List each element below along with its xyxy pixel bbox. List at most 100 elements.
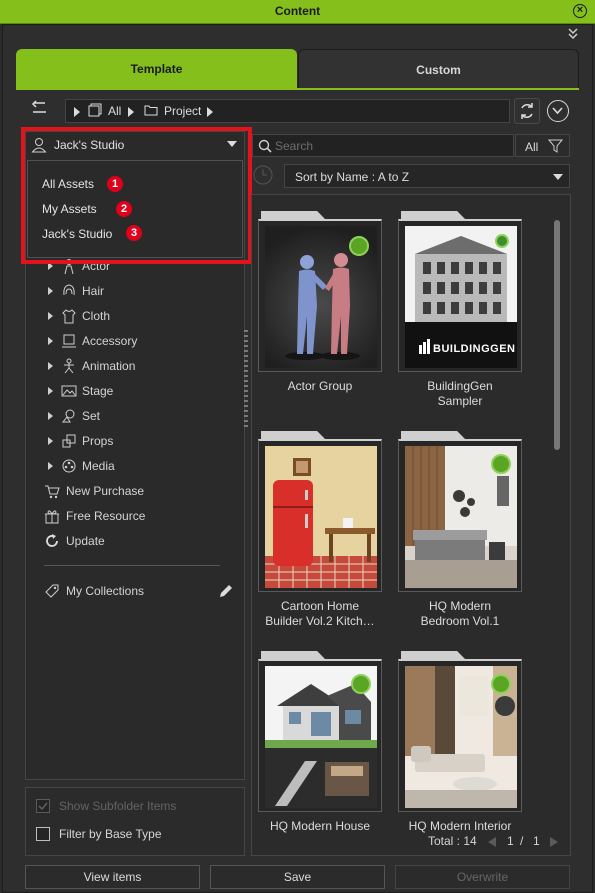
tab-underline (16, 88, 579, 90)
search-input[interactable]: Search (252, 134, 514, 157)
view-items-button[interactable]: View items (25, 865, 200, 889)
asset-caption: HQ Modern Interior (392, 819, 528, 834)
check-icon (38, 802, 48, 811)
expand-arrow-icon (48, 387, 53, 395)
expand-arrow-icon (48, 412, 53, 420)
asset-frame (258, 219, 382, 372)
set-icon (61, 408, 77, 424)
asset-title-line2: Builder Vol.2 Kitch… (265, 614, 375, 628)
expand-arrow-icon (48, 287, 53, 295)
save-button[interactable]: Save (210, 865, 385, 889)
page-separator: / (520, 834, 524, 848)
title-bar: Content × (0, 0, 595, 24)
copy-icon (88, 103, 102, 120)
asset-title-line1: BuildingGen (427, 379, 493, 393)
tree-item-label: Stage (82, 384, 114, 398)
caret-down-icon (553, 174, 563, 180)
asset-title-line1: Actor Group (287, 379, 353, 393)
sync-button[interactable] (514, 98, 540, 124)
my-collections-label: My Collections (66, 584, 145, 598)
refresh-status-icon (491, 454, 511, 474)
vertical-scrollbar[interactable] (554, 220, 560, 450)
asset-caption: HQ Modern Bedroom Vol.1 (392, 599, 528, 629)
tree-item-label: Animation (82, 359, 136, 373)
asset-thumbnail: BUILDINGGEN (405, 226, 517, 368)
tree-item-label: Set (82, 409, 101, 423)
asset-frame: BUILDINGGEN (398, 219, 522, 372)
tab-custom[interactable]: Custom (298, 49, 579, 89)
asset-caption: Cartoon Home Builder Vol.2 Kitch… (252, 599, 388, 629)
asset-title-line1: HQ Modern (428, 599, 492, 613)
filter-button[interactable]: All (515, 134, 570, 157)
asset-title-line2: Sampler (437, 394, 483, 408)
asset-frame (398, 659, 522, 812)
prev-page-icon[interactable] (487, 836, 497, 850)
expand-arrow-icon (48, 462, 53, 470)
asset-grid: Actor Group BUILDINGGEN BuildingGen Samp… (251, 194, 571, 856)
asset-thumbnail (265, 666, 377, 808)
tree-item-label: Cloth (82, 309, 111, 323)
asset-frame (398, 439, 522, 592)
buildinggen-logo-text: BUILDINGGEN (433, 343, 516, 355)
asset-frame (258, 659, 382, 812)
chevron-right-icon (207, 106, 213, 120)
free-resource-label: Free Resource (66, 509, 146, 523)
recent-icon[interactable] (252, 164, 274, 186)
breadcrumb-all[interactable]: All (108, 104, 121, 118)
overwrite-button[interactable]: Overwrite (395, 865, 570, 889)
props-icon (61, 433, 77, 449)
chevron-right-icon (128, 106, 134, 120)
total-pages: 1 (533, 834, 540, 848)
new-purchase-label: New Purchase (66, 484, 145, 498)
asset-caption: HQ Modern House (252, 819, 388, 834)
next-page-icon[interactable] (549, 836, 559, 850)
filter-base-label: Filter by Base Type (59, 827, 162, 841)
divider (44, 565, 220, 566)
hair-icon (61, 283, 77, 299)
breadcrumb-project[interactable]: Project (164, 104, 201, 118)
back-icon[interactable] (28, 100, 50, 120)
refresh-status-icon (351, 674, 371, 694)
expand-arrow-icon (48, 312, 53, 320)
tree-item-label: Accessory (82, 334, 138, 348)
asset-title-line2: Bedroom Vol.1 (420, 614, 500, 628)
asset-title-line1: Cartoon Home (280, 599, 360, 613)
tab-template[interactable]: Template (16, 49, 297, 89)
gift-icon (44, 508, 60, 524)
tree-item-label: Props (82, 434, 114, 448)
cloud-download-icon (495, 234, 509, 248)
current-page: 1 (507, 834, 514, 848)
animation-icon (61, 358, 77, 374)
options-box (25, 787, 245, 856)
window-title: Content (274, 4, 321, 18)
cloth-icon (61, 308, 77, 324)
media-icon (61, 458, 77, 474)
tree-item-label: Hair (82, 284, 105, 298)
asset-frame (258, 439, 382, 592)
search-placeholder: Search (275, 139, 314, 153)
folder-icon (144, 104, 158, 119)
expand-arrow-icon (48, 362, 53, 370)
expand-arrow-icon (48, 437, 53, 445)
asset-caption: BuildingGen Sampler (392, 379, 528, 409)
filter-label: All (525, 140, 539, 154)
show-subfolder-checkbox[interactable] (36, 799, 50, 813)
splitter-handle[interactable] (244, 330, 248, 430)
asset-thumbnail (265, 446, 377, 588)
tag-icon (44, 583, 60, 599)
accessory-icon (61, 333, 77, 349)
options-menu-button[interactable] (547, 100, 569, 122)
asset-thumbnail (265, 226, 377, 368)
sort-select[interactable]: Sort by Name : A to Z (284, 164, 570, 188)
collapse-icon[interactable] (566, 26, 582, 42)
filter-base-checkbox[interactable] (36, 827, 50, 841)
sync-icon (521, 103, 533, 119)
search-icon (258, 139, 272, 156)
highlight-box (21, 127, 252, 264)
expand-arrow-icon (48, 337, 53, 345)
edit-icon[interactable] (217, 582, 235, 600)
total-count: Total : 14 (428, 834, 477, 848)
close-icon[interactable]: × (573, 4, 587, 18)
sort-select-value: Sort by Name : A to Z (295, 170, 410, 184)
breadcrumb[interactable]: All Project (65, 99, 510, 123)
